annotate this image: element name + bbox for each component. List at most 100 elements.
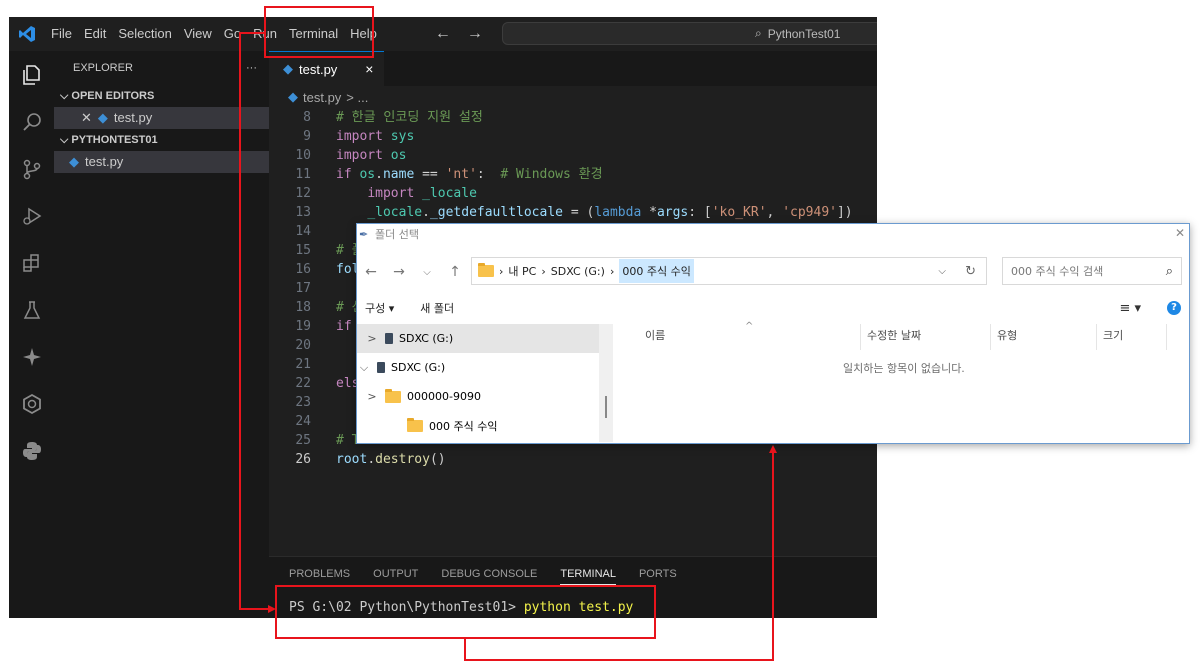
code-line[interactable]: 12 import _locale [269,184,877,203]
tree-item[interactable]: 000 주식 수익 [357,411,599,440]
remote-explorer-icon[interactable] [9,380,54,427]
close-tab-icon[interactable]: × [365,61,373,77]
panel-tab-debug-console[interactable]: DEBUG CONSOLE [441,568,537,580]
python-icon[interactable] [9,427,54,474]
tree-scrollbar-track[interactable] [599,324,613,442]
line-number: 14 [295,224,311,239]
line-number: 16 [295,262,311,277]
activity-bar [9,51,54,618]
panel-tab-ports[interactable]: PORTS [639,568,677,580]
panel-tab-output[interactable]: OUTPUT [373,568,418,580]
file-tree-item[interactable]: ◆ test.py [54,151,269,173]
panel-tab-problems[interactable]: PROBLEMS [289,568,350,580]
line-number: 10 [295,148,311,163]
vscode-logo-icon [9,17,45,51]
menu-view[interactable]: View [178,17,218,51]
code-line[interactable]: 8 # 한글 인코딩 지원 설정 [269,108,877,127]
file-list-header: 이름 수정한 날짜 유형 크기 [613,324,1191,350]
project-folder-section[interactable]: ⌵ PYTHONTEST01 [54,129,269,151]
chevron-right-icon[interactable]: > [365,332,379,345]
tree-item[interactable]: ⌵ SDXC (G:) [357,353,599,382]
breadcrumb-file[interactable]: test.py [303,90,341,105]
code-line[interactable]: 13 _locale._getdefaultlocale = (lambda *… [269,203,877,222]
extensions-icon[interactable] [9,239,54,286]
address-bar[interactable]: › 내 PC › SDXC (G:) › 000 주식 수익 ⌵ ↻ [471,257,987,285]
panel-tab-terminal[interactable]: TERMINAL [560,568,616,585]
address-segment-folder[interactable]: 000 주식 수익 [619,259,694,283]
source-control-icon[interactable] [9,145,54,192]
tree-item-label: 000 주식 수익 [429,419,498,433]
menu-selection[interactable]: Selection [112,17,177,51]
column-type[interactable]: 유형 [991,324,1097,350]
refresh-icon[interactable]: ↻ [965,264,976,279]
up-arrow-icon[interactable]: ↑ [441,264,469,280]
forward-arrow-icon[interactable]: → [467,25,483,43]
line-number: 11 [295,167,311,182]
tab-label: test.py [299,61,338,77]
code-line[interactable]: 10 import os [269,146,877,165]
code-line[interactable]: 9 import sys [269,127,877,146]
folder-icon [478,263,494,277]
open-editors-label: OPEN EDITORS [71,90,155,102]
copilot-sparkle-icon[interactable] [9,333,54,380]
highlight-run-menu [264,6,374,58]
feather-icon: ✒ [359,227,369,241]
navigation-tree: > SDXC (G:) ⌵ SDXC (G:) >000000-9090 000 주식 수… [357,324,599,442]
folder-search-input[interactable]: 000 주식 수익 검색 ⌕ [1002,257,1182,285]
menu-go[interactable]: Go [218,17,247,51]
code-text: # T [336,433,360,448]
menu-file[interactable]: File [45,17,78,51]
more-actions-icon[interactable]: ··· [246,62,257,74]
annotation-connector [464,639,466,661]
python-file-icon: ◆ [283,61,293,76]
back-arrow-icon[interactable]: ← [357,264,385,280]
chevron-down-icon[interactable]: ⌵ [938,266,946,277]
code-line[interactable]: 26 root.destroy() [269,450,877,469]
back-arrow-icon[interactable]: ← [435,25,451,43]
breadcrumb-rest[interactable]: > ... [346,90,368,105]
annotation-connector [772,452,774,661]
line-number: 8 [303,110,311,125]
explorer-icon[interactable] [9,51,54,98]
open-editor-item[interactable]: ✕ ◆ test.py [54,107,269,129]
line-number: 9 [303,129,311,144]
line-number: 19 [295,319,311,334]
address-segment-drive[interactable]: SDXC (G:) [551,265,605,278]
code-line[interactable]: 11 if os.name == 'nt': # Windows 환경 [269,165,877,184]
run-debug-icon[interactable] [9,192,54,239]
tree-item[interactable]: >000000-9090 [357,382,599,411]
code-text: fol [336,262,360,277]
code-text: import sys [336,129,415,144]
testing-flask-icon[interactable] [9,286,54,333]
close-icon[interactable]: ✕ [81,107,92,129]
recent-dropdown-icon[interactable]: ⌵ [413,267,441,278]
open-editors-section[interactable]: ⌵ OPEN EDITORS [54,85,269,107]
line-number: 20 [295,338,311,353]
annotation-connector [239,32,241,609]
column-name[interactable]: 이름 [613,324,861,350]
close-icon[interactable]: ✕ [1175,226,1185,240]
line-number: 13 [295,205,311,220]
search-placeholder: 000 주식 수익 검색 [1011,265,1104,278]
search-icon[interactable] [9,98,54,145]
file-tree-filename: test.py [85,154,124,169]
forward-arrow-icon[interactable]: → [385,264,413,280]
column-modified-date[interactable]: 수정한 날짜 [861,324,991,350]
menu-edit[interactable]: Edit [78,17,112,51]
tree-item[interactable]: > SDXC (G:) [357,324,599,353]
empty-list-message: 일치하는 항목이 없습니다. [843,362,965,375]
organize-button[interactable]: 구성 ▾ [365,300,394,316]
new-folder-button[interactable]: 새 폴더 [420,300,454,316]
line-number: 17 [295,281,311,296]
chevron-right-icon[interactable]: > [365,390,379,403]
search-icon: ⌕ [755,26,762,40]
address-segment-pc[interactable]: 내 PC [508,263,536,279]
command-center-search[interactable]: ⌕ PythonTest01 [502,22,877,45]
help-icon[interactable]: ? [1167,301,1181,315]
column-size[interactable]: 크기 [1097,324,1167,350]
chevron-down-icon[interactable]: ⌵ [357,361,371,375]
tree-scrollbar-thumb[interactable] [605,396,607,418]
view-options-icon[interactable]: ≡ ▾ [1119,301,1141,316]
